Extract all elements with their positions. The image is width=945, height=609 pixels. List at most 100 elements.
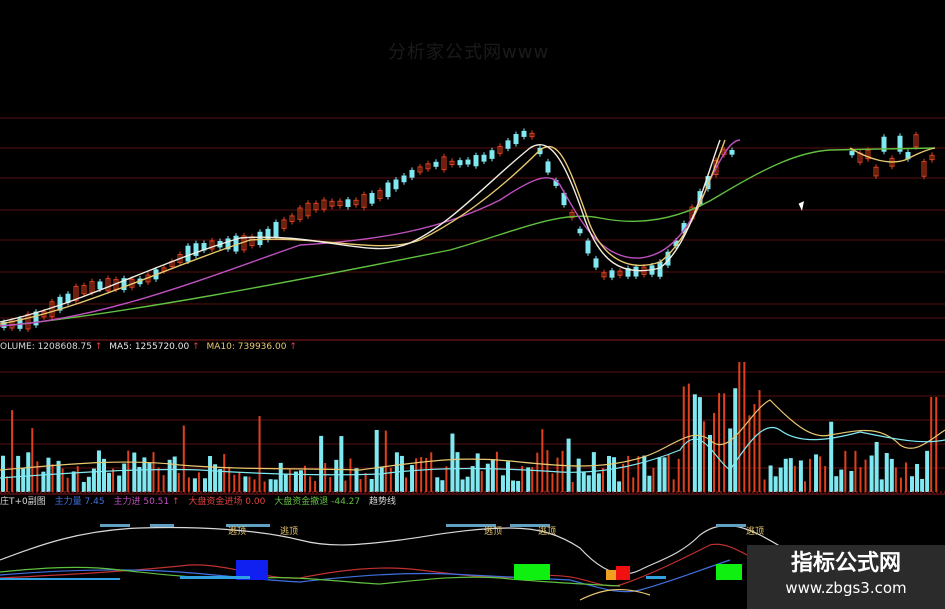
volume-bar [652,467,655,492]
ma5-value: MA5: 1255720.00 [109,342,190,352]
volume-bar [253,479,256,492]
volume-bar [329,477,332,492]
volume-bar [571,481,574,492]
moving-average-lines [0,139,936,327]
volume-bar [152,452,155,492]
volume-bar [399,455,404,492]
volume-bar [849,470,854,492]
volume-bar [758,390,761,492]
volume-bar [369,478,374,492]
volume-bar [309,476,312,492]
candle-body [521,130,527,137]
volume-bar [778,467,783,492]
volume-bar [829,421,834,492]
ma10-line [0,139,726,325]
volume-bars [1,362,938,492]
volume-bar [662,457,667,492]
ma20-line [0,139,741,327]
volume-bar [834,476,839,492]
candle-body [481,154,487,162]
volume-bar [132,452,137,492]
candle-body [257,231,263,246]
volume-bar [854,450,857,492]
volume-bar [642,455,647,492]
signal-label-1: 逃顶 [228,527,247,537]
candle-body [473,155,479,167]
t3-label: 大盘资金进场 [188,497,243,507]
candle-body [489,150,495,159]
volume-bar [803,481,806,492]
volume-bar [319,435,324,492]
site-badge[interactable]: 指标公式网 www.zbgs3.com [747,545,945,609]
t3-value: 0.00 [245,497,266,507]
candle-body [401,175,407,183]
volume-bar [920,478,925,492]
volume-bar [1,455,5,492]
t4-label: 大盘资金撤退 [274,497,329,507]
candle-body [369,192,375,204]
volume-bar [657,457,662,492]
t1-label: 主力量 [54,497,82,507]
volume-bar [728,428,733,492]
volume-bar [66,477,69,492]
volume-bar [718,393,721,492]
volume-bar [551,473,554,492]
volume-bar [11,410,14,492]
volume-bar [935,397,938,492]
volume-bar [864,459,867,492]
volume-bar [314,481,317,492]
candle-body [185,245,191,262]
volume-bar [379,466,384,492]
volume-bar [147,462,152,492]
volume-bar [344,480,347,492]
price-panel-grid [0,117,945,495]
volume-bar [556,457,559,492]
volume-bar [71,471,76,492]
volume-bar [223,454,226,492]
candle-body [513,134,519,145]
volume-bar [824,466,827,492]
volume-bar [793,465,796,492]
candle-body [729,149,735,155]
volume-bar [435,477,440,492]
volume-bar [233,474,236,492]
volume-bar [339,436,344,492]
volume-bar [839,469,844,492]
volume-bar [31,428,34,492]
volume-bar [304,465,306,492]
volume-bar [258,416,261,492]
volume-bar [788,458,793,492]
volume-bar [586,475,591,492]
volume-bar [197,472,200,492]
stock-chart[interactable] [0,0,945,609]
t2-label: 主力进 [113,497,141,507]
volume-bar [354,468,359,492]
volume-bar [697,397,702,492]
volume-bar [889,458,894,492]
volume-bar [203,478,207,492]
volume-info-row: OLUME: 1208608.75 ↑ MA5: 1255720.00 ↑ MA… [0,342,297,352]
volume-bar [930,397,933,492]
volume-bar [162,475,165,492]
candle-body [265,228,271,241]
volume-bar [425,457,428,492]
volume-bar [268,479,273,492]
volume-bar [596,473,601,492]
fund-enter-block-green-1 [514,564,550,580]
volume-bar [612,457,617,492]
volume-bar [192,478,197,492]
candle-body [593,258,599,268]
candle-body [393,179,399,190]
volume-bar [278,462,283,492]
volume-bar [738,362,741,492]
volume-bar [879,479,884,492]
fund-out-block-red [616,566,630,580]
volume-bar [177,472,180,492]
volume-bar [112,468,115,492]
volume-bar [445,466,448,492]
volume-bar [859,467,862,492]
volume-bar [733,388,738,492]
volume-bar [76,466,79,492]
volume-bar [763,479,766,492]
volume-bar [374,429,379,492]
